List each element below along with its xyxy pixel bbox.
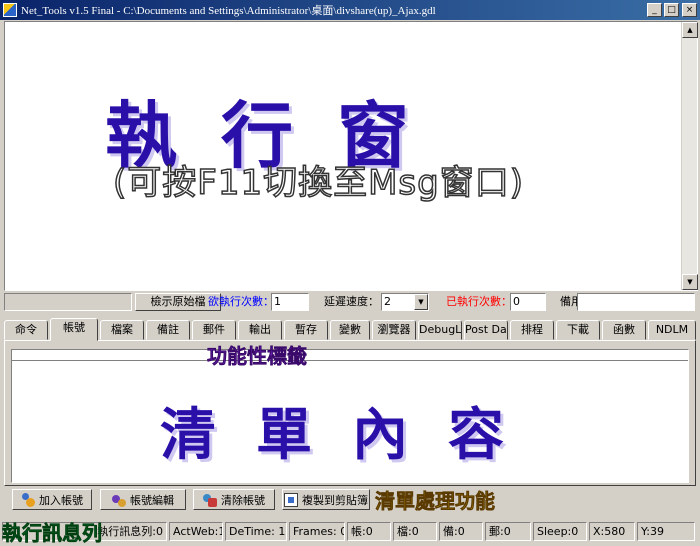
desired-count-label: 欲執行次數： — [208, 295, 274, 308]
list-actions-annotation: 清單處理功能 — [375, 489, 496, 514]
status-mail: 郵:0 — [485, 522, 531, 541]
window-title: Net_Tools v1.5 Final - C:\Documents and … — [21, 5, 436, 17]
edit-account-button[interactable]: 帳號編輯 — [100, 489, 186, 510]
scroll-down-icon[interactable]: ▼ — [682, 274, 698, 290]
tab-variables[interactable]: 變數 — [330, 320, 370, 340]
status-detime: DeTime: 10 — [225, 522, 287, 541]
status-frames: Frames: 0 — [289, 522, 345, 541]
clipboard-icon — [284, 492, 298, 507]
list-header — [12, 350, 688, 361]
tab-post-data[interactable]: Post Data — [464, 320, 508, 340]
status-sleep: Sleep:0 — [533, 522, 587, 541]
user-clear-icon — [203, 493, 217, 507]
tab-output[interactable]: 輸出 — [238, 320, 282, 340]
copy-to-clipboard-label: 複製到剪貼簿 — [302, 493, 368, 507]
execution-pane[interactable]: 執行窗 (可按F11切換至Msg窗口) ▲ ▼ — [4, 21, 698, 291]
function-tabs: 命令 帳號 檔案 備註 郵件 輸出 暫存 變數 瀏覽器 DebugLog Pos… — [4, 318, 696, 341]
delay-select[interactable]: 2 ▼ — [381, 293, 429, 311]
desired-count-input[interactable]: 1 — [271, 293, 309, 311]
tab-ndlm[interactable]: NDLM — [648, 320, 696, 340]
memo-input[interactable] — [577, 293, 695, 311]
executed-count-input[interactable]: 0 — [510, 293, 546, 311]
status-x: X:580 — [589, 522, 635, 541]
add-account-button[interactable]: 加入帳號 — [12, 489, 92, 510]
chevron-down-icon[interactable]: ▼ — [414, 294, 428, 310]
add-account-label: 加入帳號 — [39, 493, 83, 507]
status-files: 檔:0 — [393, 522, 437, 541]
clear-account-label: 清除帳號 — [221, 493, 265, 507]
tab-schedule[interactable]: 排程 — [510, 320, 554, 340]
clear-account-button[interactable]: 清除帳號 — [193, 489, 275, 510]
status-bar: 執行訊息列:0 ActWeb:1 DeTime: 10 Frames: 0 帳:… — [0, 522, 700, 542]
tab-browser[interactable]: 瀏覽器 — [372, 320, 416, 340]
executed-count-label: 已執行次數： — [446, 295, 512, 308]
maximize-button[interactable]: □ — [664, 3, 679, 17]
tab-functions[interactable]: 函數 — [602, 320, 646, 340]
edit-account-label: 帳號編輯 — [130, 493, 174, 507]
user-edit-icon — [112, 493, 126, 507]
scroll-up-icon[interactable]: ▲ — [682, 22, 698, 38]
tab-mail[interactable]: 郵件 — [192, 320, 236, 340]
delay-label: 延遲速度： — [324, 295, 379, 308]
tab-debuglog[interactable]: DebugLog — [418, 320, 462, 340]
close-button[interactable]: × — [682, 3, 697, 17]
users-icon — [21, 492, 35, 507]
tab-command[interactable]: 命令 — [4, 320, 48, 340]
execution-pane-hint: (可按F11切換至Msg窗口) — [112, 162, 524, 204]
minimize-button[interactable]: _ — [647, 3, 662, 17]
tab-files[interactable]: 檔案 — [100, 320, 144, 340]
copy-to-clipboard-button[interactable]: 複製到剪貼簿 — [282, 489, 370, 510]
tab-download[interactable]: 下載 — [556, 320, 600, 340]
status-accounts: 帳:0 — [347, 522, 391, 541]
status-annotation: 執行訊息列 — [2, 521, 103, 546]
list-content-label: 清單內容 — [160, 403, 544, 468]
tab-account[interactable]: 帳號 — [50, 318, 98, 341]
status-actweb: ActWeb:1 — [169, 522, 223, 541]
title-bar: Net_Tools v1.5 Final - C:\Documents and … — [0, 0, 700, 20]
tab-temp[interactable]: 暫存 — [284, 320, 328, 340]
status-notes: 備:0 — [439, 522, 483, 541]
message-box — [4, 293, 132, 311]
app-icon — [3, 3, 17, 17]
control-row: 檢示原始檔 欲執行次數： 1 延遲速度： 2 ▼ 已執行次數： 0 備用欄： — [0, 293, 700, 313]
execution-pane-scrollbar[interactable]: ▲ ▼ — [681, 22, 698, 290]
tab-notes[interactable]: 備註 — [146, 320, 190, 340]
tabs-annotation: 功能性標籤 — [207, 344, 308, 369]
delay-value: 2 — [384, 295, 391, 308]
status-y: Y:39 — [637, 522, 695, 541]
